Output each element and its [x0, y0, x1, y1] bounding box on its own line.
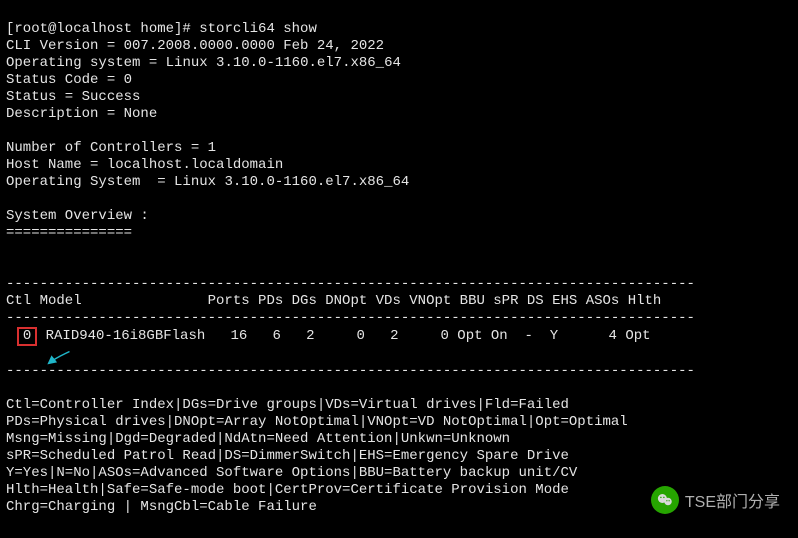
cli-version-value: 007.2008.0000.0000 Feb 24, 2022: [124, 38, 384, 54]
host-label: Host Name =: [6, 157, 107, 173]
watermark-text: TSE部门分享: [685, 488, 780, 512]
os2-label: Operating System =: [6, 174, 174, 190]
legend-line: PDs=Physical drives|DNOpt=Array NotOptim…: [6, 414, 628, 430]
command-text: storcli64 show: [199, 21, 317, 37]
status-value: Success: [82, 89, 141, 105]
legend-line: Hlth=Health|Safe=Safe-mode boot|CertProv…: [6, 482, 569, 498]
legend-line: sPR=Scheduled Patrol Read|DS=DimmerSwitc…: [6, 448, 569, 464]
table-separator-mid: ----------------------------------------…: [6, 310, 695, 326]
cli-version-label: CLI Version =: [6, 38, 124, 54]
status-label: Status =: [6, 89, 82, 105]
description-label: Description =: [6, 106, 124, 122]
status-code-value: 0: [124, 72, 132, 88]
table-separator-top: ----------------------------------------…: [6, 276, 695, 292]
controllers-value: 1: [208, 140, 216, 156]
shell-prompt: [root@localhost home]#: [6, 21, 199, 37]
terminal-output: [root@localhost home]# storcli64 show CL…: [0, 0, 798, 520]
host-value: localhost.localdomain: [107, 157, 283, 173]
overview-title: System Overview :: [6, 208, 149, 224]
table-row-rest: RAID940-16i8GBFlash 16 6 2 0 2 0 Opt On …: [37, 328, 650, 344]
watermark: TSE部门分享: [651, 486, 780, 514]
description-value: None: [124, 106, 158, 122]
table-separator-bottom: ----------------------------------------…: [6, 363, 695, 379]
wechat-icon: [651, 486, 679, 514]
overview-underline: ===============: [6, 225, 132, 241]
os-value: Linux 3.10.0-1160.el7.x86_64: [166, 55, 401, 71]
os-label: Operating system =: [6, 55, 166, 71]
legend-line: Ctl=Controller Index|DGs=Drive groups|VD…: [6, 397, 569, 413]
ctl-index-highlight: 0: [17, 327, 37, 346]
legend-line: Chrg=Charging | MsngCbl=Cable Failure: [6, 499, 317, 515]
legend-line: Y=Yes|N=No|ASOs=Advanced Software Option…: [6, 465, 577, 481]
table-header: Ctl Model Ports PDs DGs DNOpt VDs VNOpt …: [6, 293, 661, 309]
table-row: 0 RAID940-16i8GBFlash 16 6 2 0 2 0 Opt O…: [6, 327, 792, 346]
os2-value: Linux 3.10.0-1160.el7.x86_64: [174, 174, 409, 190]
status-code-label: Status Code =: [6, 72, 124, 88]
controllers-label: Number of Controllers =: [6, 140, 208, 156]
legend-line: Msng=Missing|Dgd=Degraded|NdAtn=Need Att…: [6, 431, 510, 447]
